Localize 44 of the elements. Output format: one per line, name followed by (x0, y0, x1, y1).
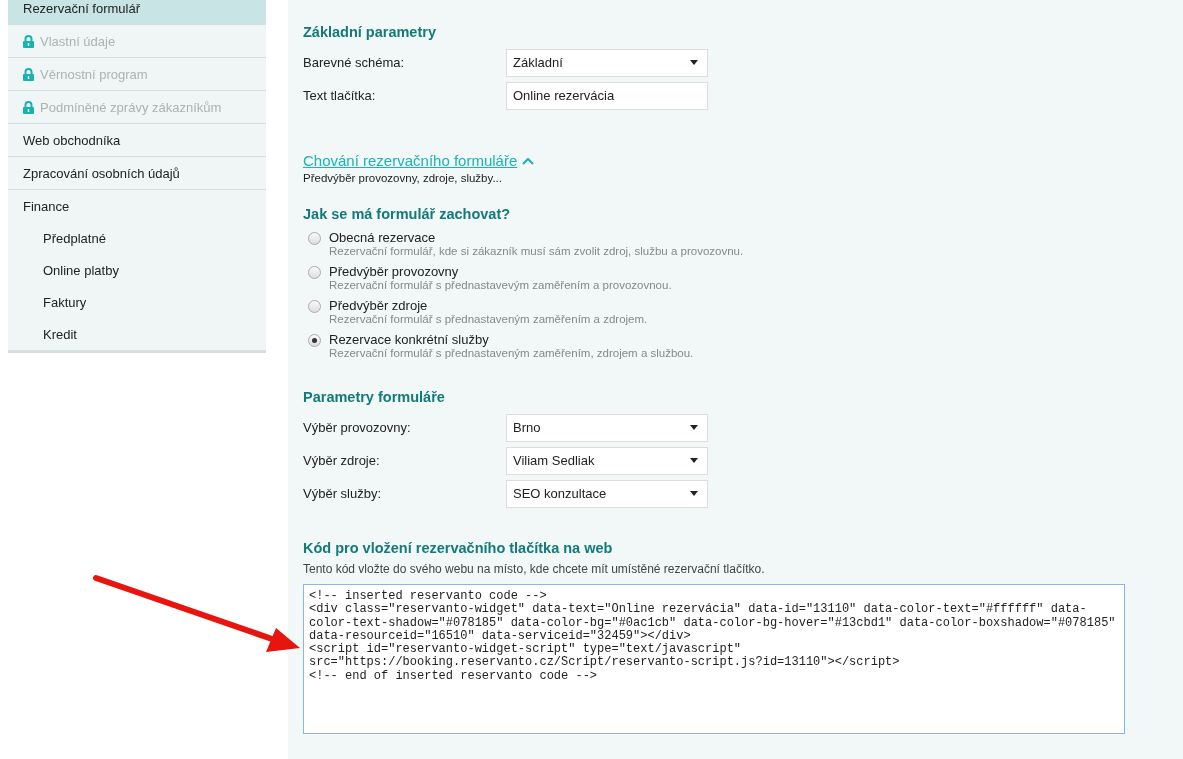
collapse-hint: Předvýběr provozovny, zdroje, služby... (303, 172, 503, 184)
field-label: Text tlačítka: (303, 88, 377, 103)
option-description: Rezervační formulář s přednastaveným zaměřením, zdrojem a službou. (329, 347, 694, 359)
radio-button[interactable] (308, 232, 321, 245)
sidebar-item[interactable]: Rezervační formulář (8, 0, 266, 25)
option-label[interactable]: Předvýběr provozovny (329, 264, 672, 279)
section-heading: Parametry formuláře (303, 389, 446, 405)
option-label[interactable]: Obecná rezervace (329, 230, 744, 245)
option-label[interactable]: Rezervace konkrétní služby (329, 332, 694, 347)
sidebar-subitem[interactable]: Předplatné (8, 222, 266, 254)
dropdown[interactable]: Viliam Sedliak (506, 446, 708, 475)
field-label: Výběr zdroje: (303, 453, 381, 468)
code-textarea[interactable]: <!-- inserted reservanto code --> <div class="reservanto-widget" data-text="Online rezervácia" data-id="13110" data-color-text="#ffffff" data- color-text-shadow="#078185" data-color-bg="#0ac1cb" data-color-bg-hover="#13cbd1" data-color-boxshadow="#078185" data-resourceid="16510" data-serviceid="32459"></div> <script id="reservanto-widget-script" type="text/javascript" src="https://booking.reservanto.cz/Script/reservanto-script.js?id=13110"></script> <!-- end of inserted reservanto code --> (303, 584, 1125, 734)
section-heading: Jak se má formulář zachovat? (303, 206, 512, 222)
caret-icon (690, 425, 698, 430)
dropdown[interactable]: Základní (506, 48, 708, 77)
sidebar-subitem[interactable]: Faktury (8, 286, 266, 318)
lock-icon (23, 100, 34, 114)
caret-icon (690, 458, 698, 463)
option-label[interactable]: Předvýběr zdroje (329, 298, 648, 313)
sidebar-subitem[interactable]: Online platby (8, 254, 266, 286)
embed-description: Tento kód vložte do svého webu na místo, kde chcete mít umístěné rezervační tlačítko. (303, 562, 766, 576)
radio-button[interactable] (308, 266, 321, 279)
section-heading: Kód pro vložení rezervačního tlačítka na web (303, 540, 614, 556)
dropdown[interactable]: Brno (506, 413, 708, 442)
option-description: Rezervační formulář s přednastaveným zaměřením a zdrojem. (329, 313, 648, 325)
section-heading: Základní parametry (303, 24, 437, 40)
sidebar-item[interactable]: Zpracování osobních údajů (8, 157, 266, 190)
lock-icon (23, 34, 34, 48)
radio-button[interactable] (308, 300, 321, 313)
field-label: Barevné schéma: (303, 55, 406, 70)
sidebar-item[interactable]: Finance (8, 190, 266, 222)
option-description: Rezervační formulář, kde si zákazník musí sám zvolit zdroj, službu a provozovnu. (329, 245, 744, 257)
field-label: Výběr služby: (303, 486, 383, 501)
option-description: Rezervační formulář s přednastavevým zaměřením a provozovnou. (329, 279, 672, 291)
sidebar-subitem[interactable]: Kredit (8, 318, 266, 350)
field-label: Výběr provozovny: (303, 420, 412, 435)
lock-icon (23, 67, 34, 81)
caret-icon (690, 60, 698, 65)
text-field[interactable]: Online rezervácia (506, 81, 708, 110)
sidebar-item[interactable]: Web obchodníka (8, 124, 266, 157)
caret-icon (690, 491, 698, 496)
dropdown[interactable]: SEO konzultace (506, 479, 708, 508)
radio-button[interactable] (308, 334, 321, 347)
